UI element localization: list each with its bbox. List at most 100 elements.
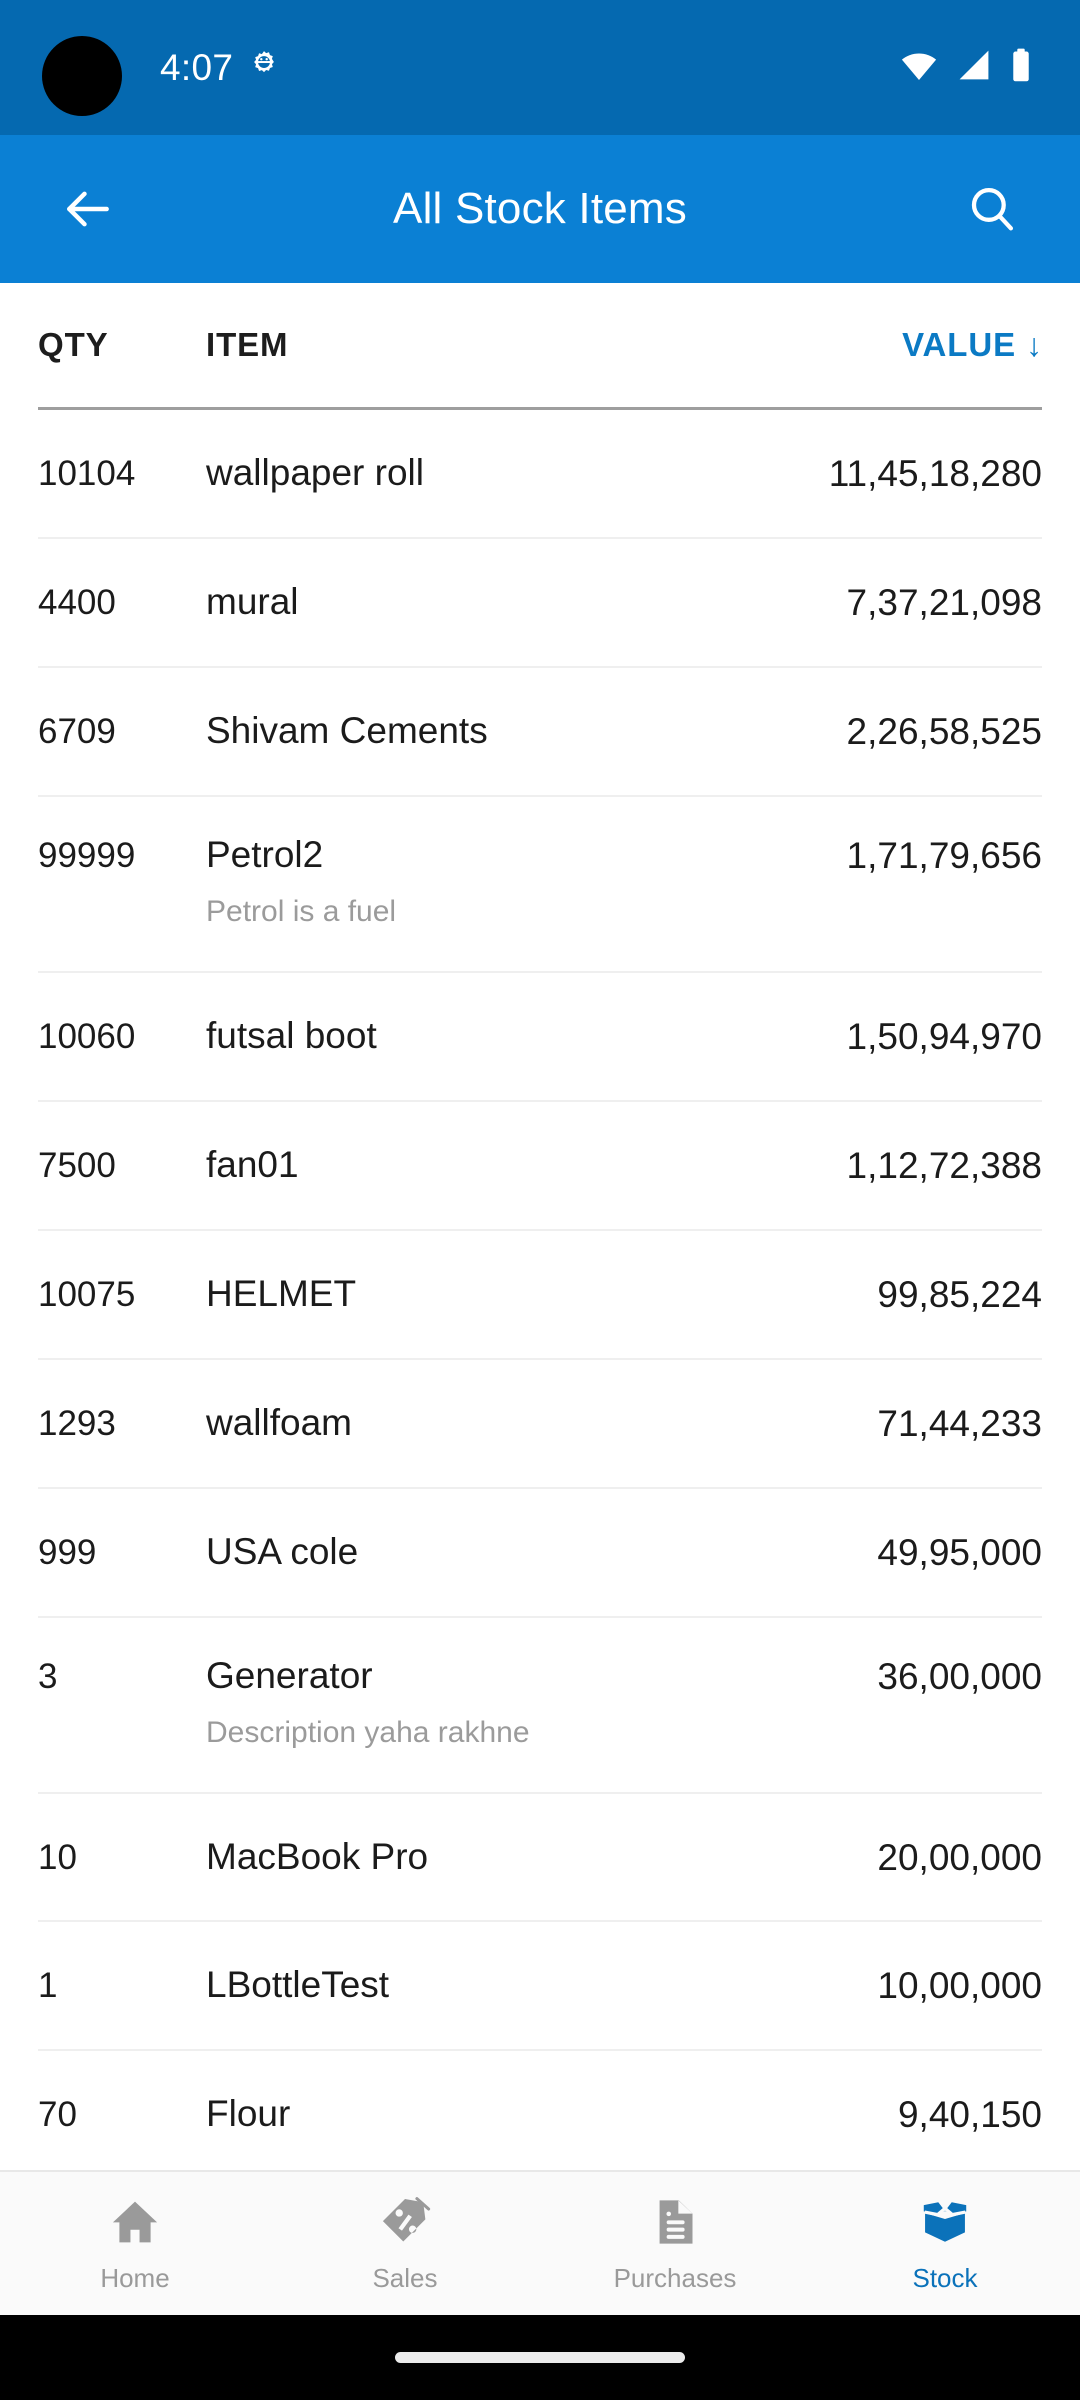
nav-item-label: Sales (372, 2263, 438, 2293)
table-row[interactable]: 10 MacBook Pro 20,00,000 (0, 1794, 1080, 1878)
row-value: 99,85,224 (877, 1273, 1042, 1315)
row-value: 7,37,21,098 (846, 581, 1042, 623)
nav-item-stock[interactable]: Stock (810, 2171, 1080, 2316)
row-item-name: mural (206, 580, 299, 622)
table-row[interactable]: 99999 Petrol2 Petrol is a fuel 1,71,79,656 (0, 797, 1080, 928)
row-value: 9,40,150 (897, 2094, 1042, 2136)
row-value: 1,71,79,656 (846, 834, 1042, 876)
row-quantity: 6709 (38, 711, 116, 751)
row-item-name: Shivam Cements (206, 709, 488, 751)
row-quantity: 10075 (38, 1274, 136, 1314)
table-row[interactable]: 999 USA cole 49,95,000 (0, 1489, 1080, 1573)
nav-item-sales[interactable]: Sales (270, 2171, 540, 2316)
row-item-name: HELMET (206, 1272, 357, 1314)
row-item-name: wallpaper roll (206, 452, 424, 493)
status-bar-right (900, 0, 1032, 135)
table-row[interactable]: 70 Flour 9,40,150 (0, 2051, 1080, 2135)
nav-item-purchases[interactable]: Purchases (540, 2171, 810, 2316)
price-tag-icon (379, 2196, 431, 2253)
row-quantity: 7500 (38, 1145, 116, 1185)
row-item-cell: wallpaper roll (206, 453, 829, 493)
row-value: 49,95,000 (877, 1531, 1042, 1573)
table-row[interactable]: 10104 wallpaper roll 11,45,18,280 (0, 410, 1080, 494)
row-quantity: 10104 (38, 454, 136, 493)
row-item-cell: Shivam Cements (206, 709, 847, 751)
row-item-name: Generator (206, 1654, 373, 1696)
row-item-cell: futsal boot (206, 1014, 847, 1056)
row-item-cell: LBottleTest (206, 1965, 877, 2005)
nav-item-home[interactable]: Home (0, 2171, 270, 2316)
row-item-cell: Petrol2 Petrol is a fuel (206, 833, 847, 928)
row-value: 1,50,94,970 (846, 1015, 1042, 1057)
row-item-name: MacBook Pro (206, 1835, 429, 1877)
document-icon (650, 2196, 700, 2253)
row-item-name: LBottleTest (206, 1964, 390, 2006)
gear-icon (247, 48, 281, 87)
table-row[interactable]: 6709 Shivam Cements 2,26,58,525 (0, 668, 1080, 752)
column-header-value[interactable]: VALUE ↓ (902, 326, 1042, 364)
gesture-home-pill[interactable] (395, 2352, 685, 2363)
status-clock: 4:07 (160, 46, 234, 88)
stock-items-list[interactable]: 10104 wallpaper roll 11,45,18,280 4400 mural… (0, 410, 1080, 2172)
nav-item-label: Purchases (613, 2263, 737, 2293)
table-row[interactable]: 10075 HELMET 99,85,224 (0, 1231, 1080, 1315)
page-title: All Stock Items (393, 184, 687, 233)
row-quantity: 1293 (38, 1403, 116, 1443)
table-row[interactable]: 1 LBottleTest 10,00,000 (0, 1922, 1080, 2006)
home-icon (109, 2196, 161, 2253)
row-item-description: Description yaha rakhne (206, 1715, 530, 1749)
cellular-signal-icon (956, 49, 992, 86)
status-bar-left: 4:07 (160, 0, 281, 135)
table-row[interactable]: 3 Generator Description yaha rakhne 36,00,0… (0, 1618, 1080, 1749)
row-item-cell: Flour (206, 2094, 898, 2134)
row-item-description: Petrol is a fuel (206, 894, 397, 928)
row-value: 2,26,58,525 (846, 710, 1042, 752)
row-quantity: 3 (38, 1656, 58, 1696)
table-row[interactable]: 7500 fan01 1,12,72,388 (0, 1102, 1080, 1186)
row-quantity: 4400 (38, 582, 116, 622)
column-header-value-label: VALUE (902, 326, 1016, 363)
row-item-name: futsal boot (206, 1014, 377, 1056)
row-item-name: Flour (206, 2093, 291, 2135)
column-header-item[interactable]: ITEM (206, 326, 288, 364)
row-item-cell: wallfoam (206, 1401, 877, 1443)
row-value: 1,12,72,388 (846, 1144, 1042, 1186)
battery-icon (1010, 48, 1032, 87)
table-row[interactable]: 1293 wallfoam 71,44,233 (0, 1360, 1080, 1444)
row-item-name: Petrol2 (206, 833, 324, 875)
row-item-cell: mural (206, 580, 847, 622)
row-value: 36,00,000 (877, 1655, 1042, 1697)
row-value: 20,00,000 (877, 1836, 1042, 1878)
row-item-cell: MacBook Pro (206, 1835, 877, 1877)
search-button[interactable] (944, 161, 1040, 257)
app-screen: 4:07 All Stock Items QTY ITEM VALUE ↓ 10… (0, 0, 1080, 2400)
row-item-name: wallfoam (206, 1401, 352, 1443)
open-box-icon (918, 2196, 972, 2253)
wifi-icon (900, 49, 938, 86)
app-bar: All Stock Items (0, 135, 1080, 283)
row-value: 71,44,233 (877, 1402, 1042, 1444)
sort-descending-arrow-icon: ↓ (1026, 327, 1042, 363)
table-row[interactable]: 4400 mural 7,37,21,098 (0, 539, 1080, 623)
row-item-cell: USA cole (206, 1530, 877, 1572)
status-bar: 4:07 (0, 0, 1080, 135)
system-navigation-bar (0, 2315, 1080, 2400)
row-item-cell: HELMET (206, 1272, 877, 1314)
row-item-name: USA cole (206, 1530, 359, 1572)
row-quantity: 1 (38, 1966, 58, 2006)
nav-item-label: Home (100, 2263, 170, 2293)
row-quantity: 999 (38, 1532, 97, 1572)
bottom-navigation-bar: Home Sales Purchases Stock (0, 2170, 1080, 2315)
row-quantity: 99999 (38, 835, 136, 875)
table-row[interactable]: 10060 futsal boot 1,50,94,970 (0, 973, 1080, 1057)
camera-cutout (42, 36, 122, 116)
row-quantity: 70 (38, 2095, 77, 2135)
column-header-qty[interactable]: QTY (38, 326, 109, 364)
row-item-name: fan01 (206, 1143, 299, 1185)
row-item-cell: fan01 (206, 1143, 847, 1185)
search-icon (971, 187, 1014, 231)
row-value: 10,00,000 (877, 1965, 1042, 2007)
row-quantity: 10060 (38, 1016, 136, 1056)
row-quantity: 10 (38, 1837, 77, 1877)
nav-item-label: Stock (912, 2263, 978, 2293)
